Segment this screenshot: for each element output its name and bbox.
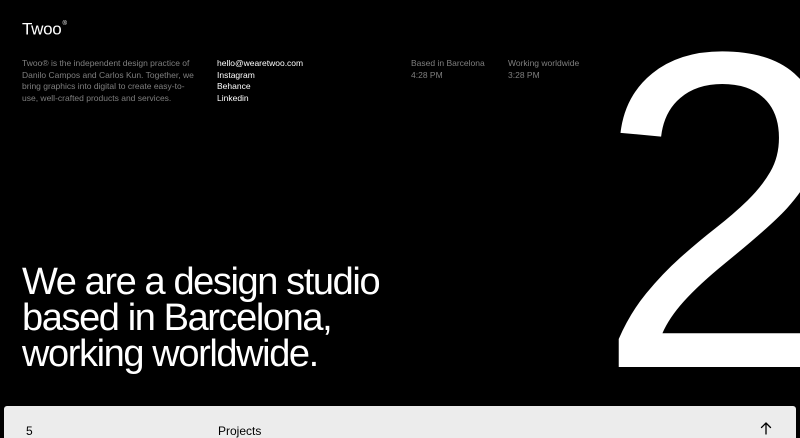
registered-mark: ® [62,21,67,27]
clock-barcelona: Based in Barcelona 4:28 PM [411,58,485,81]
instagram-link[interactable]: Instagram [217,70,303,82]
clock-worldwide: Working worldwide 3:28 PM [508,58,579,81]
arrow-up-icon[interactable] [760,421,772,435]
projects-bar[interactable]: 5 Projects [4,406,796,438]
contact-links: hello@wearetwoo.com Instagram Behance Li… [217,58,303,104]
linkedin-link[interactable]: Linkedin [217,93,303,105]
email-link[interactable]: hello@wearetwoo.com [217,58,303,70]
logo-link[interactable]: Twoo® [22,17,67,40]
headline-line-3: working worldwide. [22,333,319,375]
hero-digit: 2 [596,0,800,438]
clock-worldwide-label: Working worldwide [508,58,580,68]
clock-worldwide-time: 3:28 PM [508,69,540,80]
headline-line-1: We are a design studio [22,261,381,303]
clock-barcelona-time: 4:28 PM [411,69,443,80]
projects-label: Projects [218,424,262,438]
projects-count: 5 [26,424,33,438]
headline-line-2: based in Barcelona, [22,297,333,339]
behance-link[interactable]: Behance [217,81,303,93]
logo-text: Twoo [22,19,62,39]
intro-text: Twoo® is the independent design practice… [22,58,194,103]
hero-headline: We are a design studio based in Barcelon… [22,261,381,375]
clock-barcelona-label: Based in Barcelona [411,58,485,68]
